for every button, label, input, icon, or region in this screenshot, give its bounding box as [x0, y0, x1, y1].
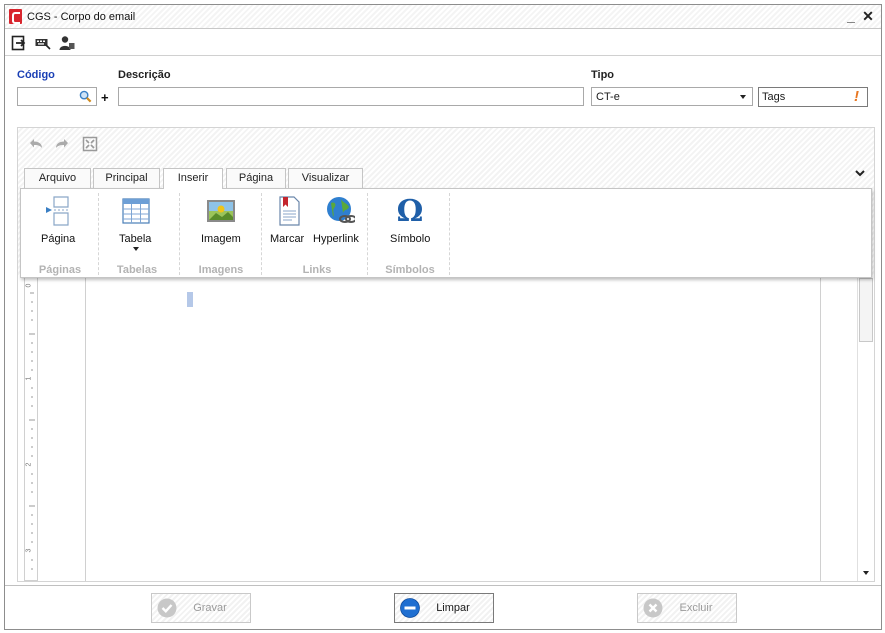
insert-image-label: Imagem	[201, 233, 241, 245]
excluir-label: Excluir	[679, 602, 713, 614]
vertical-scrollbar[interactable]	[857, 278, 874, 581]
insert-table-label: Tabela	[119, 233, 152, 245]
insert-bookmark-label: Marcar	[270, 233, 305, 245]
chevron-down-icon	[740, 95, 746, 99]
scrollbar-thumb[interactable]	[859, 278, 873, 342]
undo-icon[interactable]	[28, 136, 44, 152]
editor-ribbon-area: Arquivo Principal Inserir Página Visuali…	[18, 128, 874, 278]
tab-visualizar[interactable]: Visualizar	[288, 168, 363, 188]
chevron-down-icon	[133, 247, 139, 251]
insert-image-button[interactable]: Imagem	[191, 193, 251, 253]
close-button[interactable]: ✕	[860, 8, 876, 24]
group-label-imagens: Imagens	[198, 264, 244, 276]
tipo-label: Tipo	[591, 69, 615, 81]
hyperlink-icon	[327, 197, 355, 223]
table-icon	[122, 198, 150, 224]
main-window: CGS - Corpo do email _ ✕ Código + Descri	[4, 4, 882, 630]
group-label-paginas: Páginas	[38, 264, 82, 276]
insert-page-button[interactable]: Página	[31, 193, 87, 253]
footer: Gravar Limpar Excluir	[5, 585, 881, 629]
image-icon	[207, 200, 235, 222]
limpar-label: Limpar	[436, 602, 470, 614]
chevron-down-icon[interactable]	[853, 166, 867, 180]
codigo-label: Código	[17, 69, 55, 81]
bookmark-icon	[279, 196, 300, 226]
ribbon-panel-inserir: Página Páginas Tabela Tabelas Imagem Ima…	[20, 188, 872, 278]
excluir-button[interactable]: Excluir	[637, 593, 737, 623]
tab-arquivo[interactable]: Arquivo	[24, 168, 91, 188]
user-icon[interactable]	[59, 35, 75, 51]
group-label-simbolos: Símbolos	[385, 264, 435, 276]
title-bar: CGS - Corpo do email _ ✕	[5, 5, 881, 29]
group-separator	[449, 193, 450, 275]
tags-field[interactable]: Tags !	[758, 87, 868, 107]
insert-table-button[interactable]: Tabela	[109, 193, 165, 263]
gravar-button[interactable]: Gravar	[151, 593, 251, 623]
descricao-input[interactable]	[118, 87, 584, 106]
search-icon[interactable]	[79, 90, 92, 103]
omega-icon: Ω	[397, 195, 424, 227]
insert-symbol-button[interactable]: Ω Símbolo	[377, 193, 443, 253]
insert-hyperlink-button[interactable]: Hyperlink	[313, 193, 369, 253]
codigo-field[interactable]	[17, 87, 97, 106]
tab-pagina[interactable]: Página	[226, 168, 286, 188]
insert-page-label: Página	[41, 233, 76, 245]
keyboard-icon[interactable]	[35, 35, 51, 51]
insert-hyperlink-label: Hyperlink	[313, 233, 359, 245]
ruler-mark: 2	[25, 462, 33, 467]
exit-icon[interactable]	[11, 35, 27, 51]
group-separator	[98, 193, 99, 275]
ruler-mark: 1	[25, 376, 33, 381]
insert-bookmark-button[interactable]: Marcar	[267, 193, 311, 253]
page-break-icon	[46, 196, 70, 226]
tab-principal[interactable]: Principal	[93, 168, 160, 188]
window-title: CGS - Corpo do email	[27, 11, 136, 23]
ruler-mark: 0	[25, 283, 33, 288]
page-right-margin	[820, 278, 857, 581]
limpar-button[interactable]: Limpar	[394, 593, 494, 623]
ruler-mark: 3	[25, 548, 33, 553]
rich-text-editor: Arquivo Principal Inserir Página Visuali…	[17, 127, 875, 582]
group-label-tabelas: Tabelas	[116, 264, 158, 276]
tipo-value: CT-e	[596, 91, 620, 103]
scroll-down-icon[interactable]	[863, 571, 869, 575]
app-logo-icon	[9, 9, 22, 24]
vertical-ruler: 0 1 2 3	[24, 278, 38, 581]
fullscreen-icon[interactable]	[82, 136, 98, 152]
group-separator	[367, 193, 368, 275]
insert-symbol-label: Símbolo	[390, 233, 431, 245]
tab-inserir[interactable]: Inserir	[163, 168, 223, 189]
document-area[interactable]: 0 1 2 3	[18, 278, 874, 581]
toolbar	[5, 30, 881, 56]
tipo-select[interactable]: CT-e	[591, 87, 753, 106]
minimize-button[interactable]: _	[843, 8, 859, 24]
redo-icon[interactable]	[54, 136, 70, 152]
group-separator	[179, 193, 180, 275]
alert-icon: !	[854, 88, 859, 105]
gravar-label: Gravar	[193, 602, 227, 614]
page-left-margin	[38, 278, 86, 581]
add-plus-icon[interactable]: +	[101, 90, 109, 105]
codigo-input[interactable]	[18, 88, 74, 105]
ruler-ticks	[29, 292, 35, 570]
text-caret	[187, 292, 193, 307]
tags-label: Tags	[762, 91, 786, 103]
group-label-links: Links	[302, 264, 332, 276]
page-content[interactable]	[86, 278, 820, 581]
descricao-label: Descrição	[118, 69, 171, 81]
group-separator	[261, 193, 262, 275]
svg-text:Ω: Ω	[397, 195, 424, 227]
